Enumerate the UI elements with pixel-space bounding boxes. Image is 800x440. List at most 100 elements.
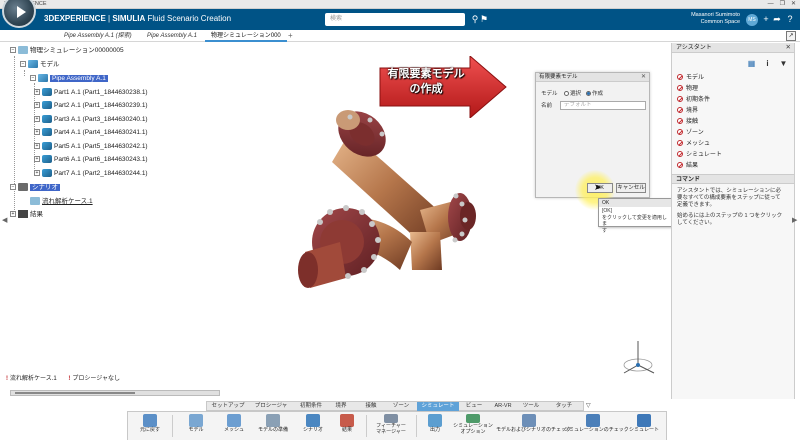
radio-create-icon[interactable] bbox=[586, 91, 591, 97]
status-bar: ! 流れ解析ケース.1 ! プロシージャなし bbox=[0, 373, 240, 385]
panel-right-arrow-icon[interactable]: ▶ bbox=[792, 216, 797, 224]
horizontal-scrollbar[interactable] bbox=[10, 390, 220, 396]
panel-left-arrow-icon[interactable]: ◀ bbox=[2, 216, 7, 224]
tab-pipe-assembly[interactable]: Pipe Assembly A.1 bbox=[141, 30, 203, 42]
expand-node-icon[interactable]: + bbox=[34, 156, 40, 163]
tree-node-part[interactable]: + Part3 A.1 (Part3_1844630240.1) bbox=[34, 115, 148, 125]
tree-root[interactable]: − 物理シミュレーション00000005 bbox=[10, 46, 124, 56]
mesh-button[interactable]: メッシュ bbox=[216, 413, 252, 440]
tab-physics-simulation[interactable]: 物理シミュレーション000 bbox=[205, 30, 287, 42]
expand-node-icon[interactable]: + bbox=[34, 170, 40, 177]
pipe-assembly-model[interactable] bbox=[290, 92, 500, 312]
tab-tools[interactable]: ツール bbox=[519, 402, 543, 411]
collapse-icon[interactable]: − bbox=[30, 75, 36, 82]
tree-node-part[interactable]: + Part6 A.1 (Part6_1844630243.1) bbox=[34, 155, 148, 165]
tree-node-part[interactable]: + Part4 A.1 (Part4_1844630241.1) bbox=[34, 128, 148, 138]
filter-icon[interactable]: ▼ bbox=[778, 58, 789, 69]
tab-touch[interactable]: タッチ bbox=[551, 402, 577, 411]
tree-node-part[interactable]: + Part1 A.1 (Part1_1844630238.1) bbox=[34, 88, 148, 98]
tab-procedure[interactable]: プロシージャ bbox=[251, 402, 291, 411]
assistant-panel: アシスタント ✕ ▦ i ▼ モデル 物理 初期条件 境界 接触 ゾーン メッシ… bbox=[671, 43, 795, 399]
tab-view[interactable]: ビュー bbox=[463, 402, 485, 411]
expand-node-icon[interactable]: + bbox=[34, 116, 40, 123]
tab-contact[interactable]: 接触 bbox=[361, 402, 381, 411]
close-icon[interactable]: ✕ bbox=[791, 0, 796, 9]
tab-ar-vr[interactable]: AR-VR bbox=[491, 402, 515, 411]
tree-node-model[interactable]: − モデル bbox=[20, 60, 60, 70]
check-model-scenario-button[interactable]: モデルおよびシナリオのチェック bbox=[496, 413, 571, 440]
maximize-icon[interactable]: ❐ bbox=[780, 0, 785, 9]
output-button[interactable]: 出力 bbox=[420, 413, 450, 440]
tab-simulate[interactable]: シミュレート bbox=[417, 402, 459, 411]
collaborative-space[interactable]: Common Space bbox=[690, 19, 740, 26]
table-icon[interactable]: ▦ bbox=[746, 58, 757, 69]
window-controls: — ❐ ✕ bbox=[768, 0, 796, 9]
share-icon[interactable]: ➦ bbox=[771, 13, 783, 25]
radio-select[interactable]: 選択 bbox=[564, 90, 581, 98]
tag-icon[interactable]: ⚑ bbox=[478, 13, 490, 25]
add-tab-icon[interactable]: + bbox=[288, 30, 293, 42]
model-button[interactable]: モデル bbox=[178, 413, 214, 440]
search-input[interactable]: 検索 bbox=[325, 13, 465, 26]
avatar[interactable]: MS bbox=[746, 14, 758, 26]
tab-boundary[interactable]: 境界 bbox=[331, 402, 351, 411]
assistant-step-contact[interactable]: 接触 bbox=[677, 117, 698, 127]
radio-create[interactable]: 作成 bbox=[586, 90, 603, 98]
radio-select-icon[interactable] bbox=[564, 91, 569, 97]
results-button[interactable]: 結果 bbox=[332, 413, 362, 440]
tab-initial-conditions[interactable]: 初期条件 bbox=[297, 402, 325, 411]
expand-node-icon[interactable]: + bbox=[34, 143, 40, 150]
action-bar-menu-icon[interactable]: ▽ bbox=[586, 401, 591, 411]
undo-button[interactable]: 元に戻す bbox=[132, 413, 168, 440]
assistant-step-initial[interactable]: 初期条件 bbox=[677, 95, 710, 105]
help-icon[interactable]: ? bbox=[784, 13, 796, 25]
model-prep-button[interactable]: モデルの準備 bbox=[252, 413, 294, 440]
tree-node-part[interactable]: + Part5 A.1 (Part5_1844630242.1) bbox=[34, 142, 148, 152]
expand-icon[interactable]: ↗ bbox=[786, 31, 796, 41]
cancel-button[interactable]: キャンセル bbox=[616, 183, 646, 193]
collapse-icon[interactable]: − bbox=[10, 47, 16, 54]
tab-zone[interactable]: ゾーン bbox=[389, 402, 413, 411]
tree-node-part[interactable]: + Part7 A.1 (Part2_1844630244.1) bbox=[34, 169, 148, 179]
expand-node-icon[interactable]: + bbox=[34, 89, 40, 96]
feature-manager-button[interactable]: フィーチャー マネージャー bbox=[370, 413, 412, 440]
brand-name: 3DEXPERIENCE bbox=[44, 14, 106, 23]
expand-node-icon[interactable]: + bbox=[10, 211, 16, 218]
flow-case-icon bbox=[30, 197, 40, 206]
expand-node-icon[interactable]: + bbox=[34, 102, 40, 109]
tab-setup[interactable]: セットアップ bbox=[211, 402, 245, 411]
user-name[interactable]: Masanori Sumimoto bbox=[690, 12, 740, 19]
button-label: シナリオ bbox=[302, 427, 323, 433]
assistant-header: アシスタント ✕ bbox=[672, 43, 794, 53]
info-icon[interactable]: i bbox=[762, 58, 773, 69]
tree-node-scenario[interactable]: − シナリオ bbox=[10, 183, 60, 193]
assistant-step-mesh[interactable]: メッシュ bbox=[677, 139, 710, 149]
close-icon[interactable]: ✕ bbox=[786, 43, 791, 53]
simulate-button[interactable]: シミュレート bbox=[624, 413, 664, 440]
assistant-step-model[interactable]: モデル bbox=[677, 73, 704, 83]
current-case[interactable]: 流れ解析ケース.1 bbox=[10, 376, 57, 382]
tab-pipe-assembly-explore[interactable]: Pipe Assembly A.1 (探索) bbox=[58, 30, 138, 42]
scenario-button[interactable]: シナリオ bbox=[296, 413, 330, 440]
tree-node-part[interactable]: + Part2 A.1 (Part1_1844630239.1) bbox=[34, 101, 148, 111]
collapse-icon[interactable]: − bbox=[10, 184, 16, 191]
description-line: アシスタントでは、シミュレーションに必 bbox=[677, 188, 782, 194]
assistant-step-simulate[interactable]: シミュレート bbox=[677, 150, 722, 160]
assistant-step-zone[interactable]: ゾーン bbox=[677, 128, 704, 138]
assistant-step-results[interactable]: 結果 bbox=[677, 161, 698, 171]
tree-node-case[interactable]: 流れ解析ケース.1 bbox=[30, 197, 93, 207]
command-section-title: コマンド bbox=[672, 174, 794, 184]
tree-node-assembly[interactable]: − Pipe Assembly A.1 bbox=[30, 74, 108, 84]
assistant-step-physics[interactable]: 物理 bbox=[677, 84, 698, 94]
simulation-options-button[interactable]: シミュレーション オプション bbox=[450, 413, 496, 440]
close-icon[interactable]: ✕ bbox=[641, 73, 646, 82]
check-simulation-button[interactable]: シミュレーションのチェック bbox=[564, 413, 629, 440]
axis-triad-icon[interactable] bbox=[618, 335, 658, 385]
expand-node-icon[interactable]: + bbox=[34, 129, 40, 136]
assistant-step-boundary[interactable]: 境界 bbox=[677, 106, 698, 116]
tree-node-results[interactable]: + 結果 bbox=[10, 210, 43, 220]
name-field[interactable]: デフォルト bbox=[560, 101, 646, 110]
minimize-icon[interactable]: — bbox=[768, 0, 774, 9]
collapse-icon[interactable]: − bbox=[20, 61, 26, 68]
scrollbar-thumb[interactable] bbox=[15, 392, 135, 394]
